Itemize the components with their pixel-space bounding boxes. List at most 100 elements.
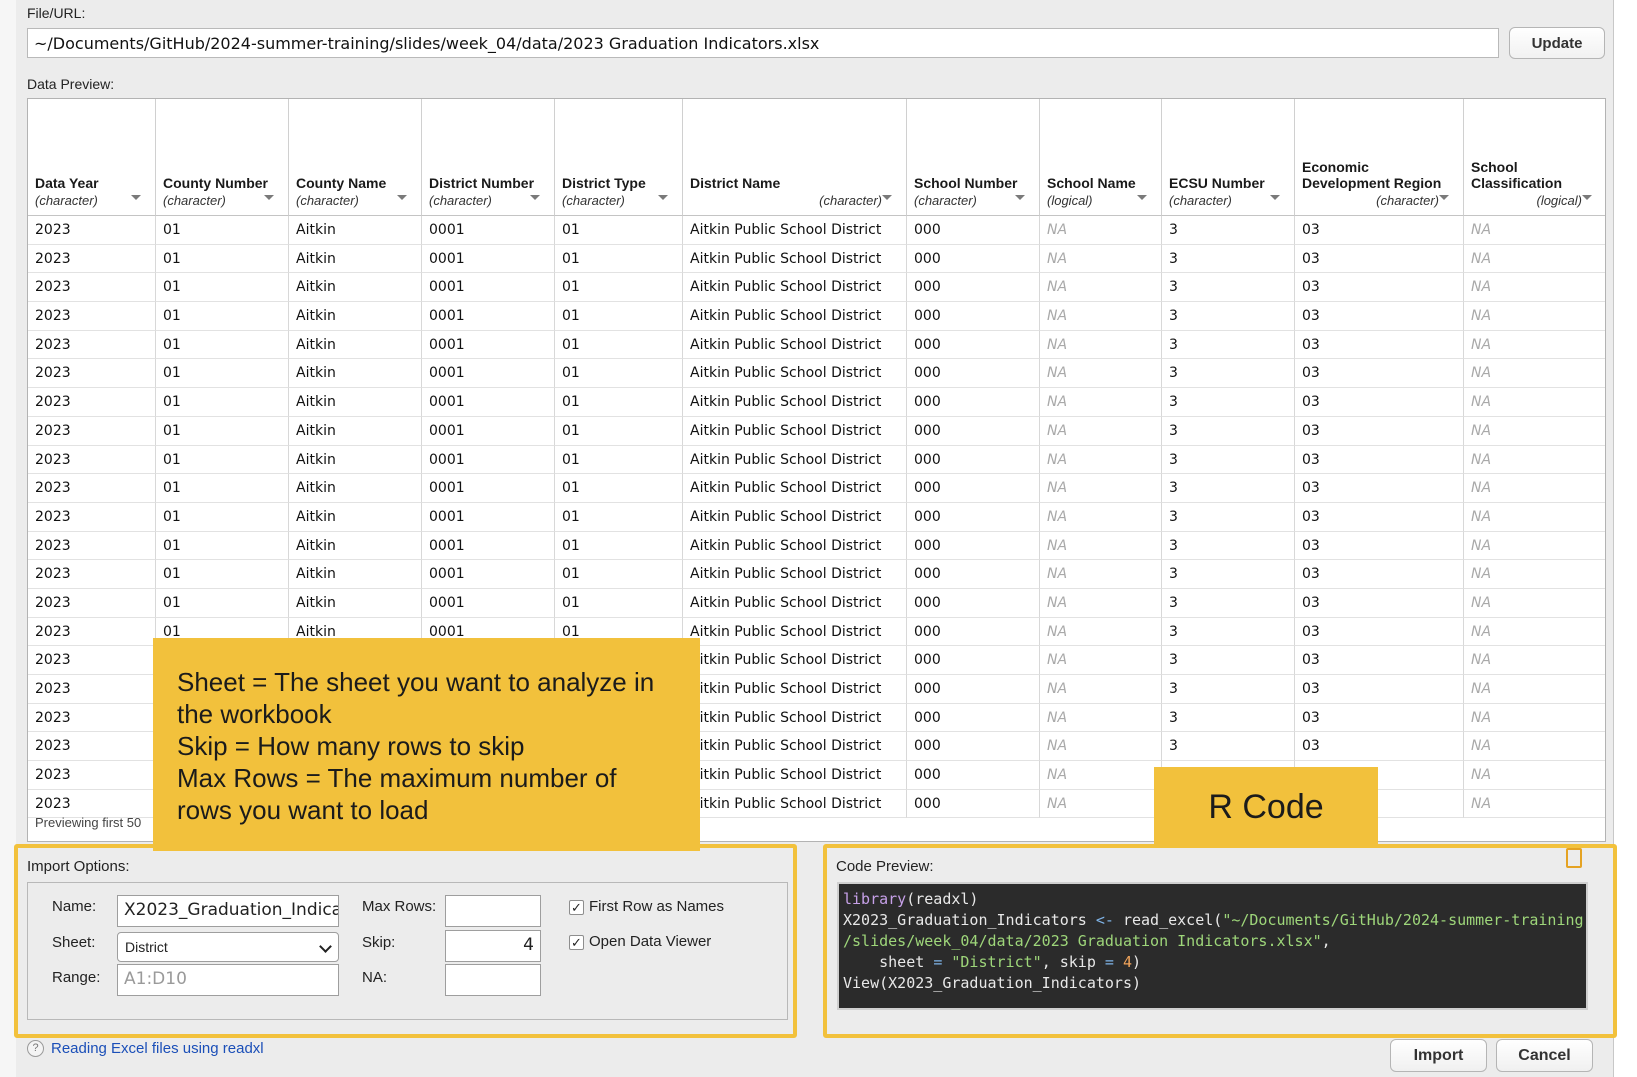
- table-cell: 2023: [28, 732, 156, 762]
- column-type: (character): [1376, 193, 1439, 208]
- column-type-dropdown-icon[interactable]: [131, 195, 141, 200]
- table-cell: 0001: [422, 502, 555, 532]
- table-cell: 03: [1295, 732, 1464, 762]
- table-cell: Aitkin: [289, 388, 422, 417]
- table-cell: 01: [156, 474, 289, 503]
- table-cell: NA: [1464, 474, 1605, 503]
- table-cell: 000: [907, 445, 1040, 475]
- readxl-help-link[interactable]: Reading Excel files using readxl: [51, 1040, 264, 1057]
- column-name: District Number: [429, 175, 535, 191]
- table-cell: 0001: [422, 474, 555, 503]
- table-cell: 01: [156, 502, 289, 532]
- table-cell: Aitkin: [289, 273, 422, 303]
- table-cell: Aitkin Public School District: [683, 560, 907, 589]
- table-cell: NA: [1464, 273, 1605, 303]
- table-cell: 000: [907, 502, 1040, 532]
- column-header[interactable]: District Name (character): [683, 99, 907, 216]
- column-header[interactable]: School Number (character): [907, 99, 1040, 216]
- column-type-dropdown-icon[interactable]: [658, 195, 668, 200]
- table-cell: 000: [907, 761, 1040, 790]
- annotation-line: Max Rows = The maximum number of: [177, 763, 617, 793]
- table-cell: 03: [1295, 216, 1464, 245]
- table-cell: 3: [1162, 531, 1295, 561]
- table-cell: 01: [156, 273, 289, 303]
- column-header[interactable]: School Name (logical): [1040, 99, 1162, 216]
- table-cell: 3: [1162, 502, 1295, 532]
- column-type-dropdown-icon[interactable]: [1439, 195, 1449, 200]
- table-cell: 01: [156, 416, 289, 446]
- table-cell: 01: [555, 302, 683, 331]
- table-cell: 01: [555, 330, 683, 360]
- table-cell: NA: [1464, 732, 1605, 762]
- table-cell: NA: [1040, 646, 1162, 675]
- column-type-dropdown-icon[interactable]: [397, 195, 407, 200]
- table-cell: 2023: [28, 388, 156, 417]
- table-cell: 01: [555, 416, 683, 446]
- column-header[interactable]: County Name (character): [289, 99, 422, 216]
- table-cell: 3: [1162, 588, 1295, 618]
- column-header[interactable]: County Number (character): [156, 99, 289, 216]
- table-cell: 0001: [422, 531, 555, 561]
- help-icon: ?: [27, 1040, 44, 1057]
- table-cell: 01: [555, 244, 683, 274]
- column-header[interactable]: Data Year (character): [28, 99, 156, 216]
- table-cell: 3: [1162, 445, 1295, 475]
- table-cell: 01: [555, 273, 683, 303]
- table-cell: Aitkin: [289, 216, 422, 245]
- r-code-annotation: R Code: [1154, 767, 1378, 847]
- table-cell: NA: [1464, 417, 1605, 446]
- table-cell: Aitkin: [289, 359, 422, 389]
- column-type-dropdown-icon[interactable]: [530, 195, 540, 200]
- column-header[interactable]: ECSU Number (character): [1162, 99, 1295, 216]
- table-cell: 03: [1295, 359, 1464, 389]
- table-cell: 2023: [28, 359, 156, 389]
- cancel-button[interactable]: Cancel: [1496, 1039, 1593, 1072]
- table-cell: NA: [1464, 216, 1605, 245]
- table-cell: 0001: [422, 588, 555, 618]
- table-cell: Aitkin Public School District: [683, 617, 907, 647]
- column-type-dropdown-icon[interactable]: [264, 195, 274, 200]
- table-cell: NA: [1040, 445, 1162, 475]
- table-cell: Aitkin Public School District: [683, 646, 907, 675]
- column-type-dropdown-icon[interactable]: [1137, 195, 1147, 200]
- table-cell: 03: [1295, 302, 1464, 331]
- annotation-line: Skip = How many rows to skip: [177, 731, 525, 761]
- table-cell: NA: [1464, 704, 1605, 733]
- table-cell: 2023: [28, 416, 156, 446]
- table-cell: 01: [555, 474, 683, 503]
- update-button[interactable]: Update: [1509, 27, 1605, 59]
- table-cell: NA: [1040, 761, 1162, 790]
- table-cell: NA: [1040, 789, 1162, 819]
- table-cell: 0001: [422, 388, 555, 417]
- table-cell: Aitkin Public School District: [683, 302, 907, 331]
- column-header[interactable]: School Classification (logical): [1464, 99, 1605, 216]
- table-cell: NA: [1040, 216, 1162, 245]
- table-cell: 2023: [28, 502, 156, 532]
- table-cell: 000: [907, 531, 1040, 561]
- table-cell: 2023: [28, 474, 156, 503]
- file-url-input[interactable]: ~/Documents/GitHub/2024-summer-training/…: [27, 28, 1499, 58]
- table-cell: 3: [1162, 273, 1295, 303]
- column-type-dropdown-icon[interactable]: [1015, 195, 1025, 200]
- table-cell: NA: [1464, 675, 1605, 704]
- table-cell: 000: [907, 588, 1040, 618]
- table-cell: 2023: [28, 216, 156, 245]
- table-cell: Aitkin: [289, 474, 422, 503]
- table-cell: 000: [907, 216, 1040, 245]
- table-cell: 01: [156, 359, 289, 389]
- column-type-dropdown-icon[interactable]: [1582, 195, 1592, 200]
- table-cell: 03: [1295, 273, 1464, 303]
- table-cell: 000: [907, 244, 1040, 274]
- table-cell: 2023: [28, 531, 156, 561]
- table-cell: NA: [1040, 588, 1162, 618]
- import-excel-dialog: File/URL: ~/Documents/GitHub/2024-summer…: [0, 0, 1637, 1077]
- table-cell: 0001: [422, 302, 555, 331]
- column-type-dropdown-icon[interactable]: [882, 195, 892, 200]
- column-type-dropdown-icon[interactable]: [1270, 195, 1280, 200]
- column-header[interactable]: District Number (character): [422, 99, 555, 216]
- import-button[interactable]: Import: [1390, 1039, 1487, 1072]
- column-header[interactable]: District Type (character): [555, 99, 683, 216]
- table-cell: NA: [1040, 273, 1162, 303]
- column-header[interactable]: Economic Development Region (character): [1295, 99, 1464, 216]
- table-cell: 0001: [422, 359, 555, 389]
